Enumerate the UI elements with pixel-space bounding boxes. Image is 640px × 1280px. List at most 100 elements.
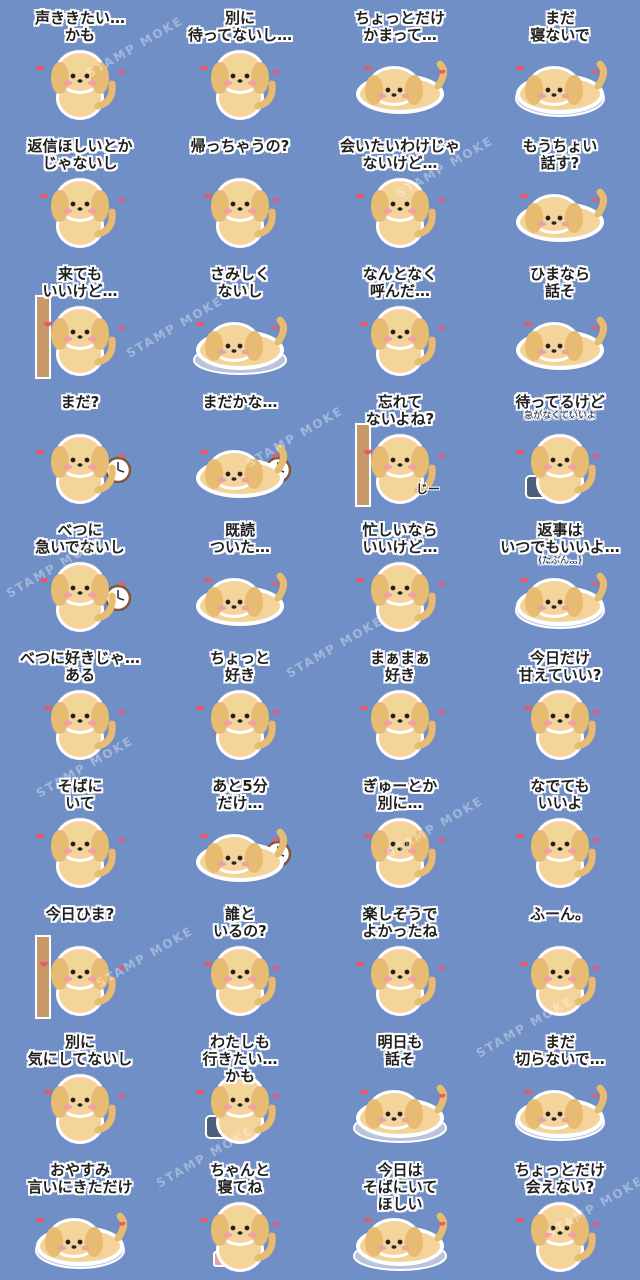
puppy-illustration [516,60,607,114]
sticker-caption-text: おやすみ 言いにきただけ [27,1161,133,1196]
puppy-illustration [211,690,276,760]
sticker-caption-text: ひまなら 話そ [529,265,590,300]
puppy-illustration [516,572,607,626]
sticker[interactable]: 明日も 話そ [320,1024,480,1152]
sticker-caption: 返信ほしいとか じゃないし [10,138,150,172]
sticker[interactable]: 忘れて ないよね? じー [320,384,480,512]
heart-icon [272,709,280,715]
puppy-illustration [211,178,276,248]
sticker[interactable]: ちょっと 好き [160,640,320,768]
puppy-illustration [51,818,116,888]
puppy-illustration [531,690,596,760]
sticker[interactable]: そばに いて [0,768,160,896]
sticker-caption: 忙しいなら いいけど… [330,522,470,556]
sticker-caption-text: ちゃんと 寝てね [209,1161,270,1196]
heart-icon [118,325,126,331]
heart-icon [356,961,364,968]
sticker[interactable]: まだかな… [160,384,320,512]
sticker[interactable]: なでても いいよ [480,768,640,896]
sticker[interactable]: 今日だけ 甘えていい? [480,640,640,768]
sticker-caption: 待ってるけど 急がなくていいよ [490,394,630,422]
door-icon [35,935,51,1019]
heart-icon [592,197,600,203]
sticker-caption-text: 今日だけ 甘えていい? [518,649,602,684]
heart-icon [364,65,372,72]
sticker[interactable]: 別に 待ってないし… [160,0,320,128]
sticker[interactable]: 忙しいなら いいけど… [320,512,480,640]
sticker-caption: 声ききたい… かも [10,10,150,44]
sticker-caption: おやすみ 言いにきただけ [10,1162,150,1196]
sticker-caption-text: 誰と いるの? [213,905,267,940]
sticker-caption-text: なでても いいよ [530,777,590,812]
sticker-caption: 返事は いつでもいいよ… (たぶん…) [490,522,630,567]
puppy-illustration [211,1202,276,1272]
sticker[interactable]: ちょっとだけ かまって… [320,0,480,128]
sticker[interactable]: 来ても いいけど… [0,256,160,384]
sticker[interactable]: 声ききたい… かも [0,0,160,128]
sticker[interactable]: なんとなく 呼んだ… [320,256,480,384]
heart-icon [200,833,208,840]
sticker[interactable]: 待ってるけど 急がなくていいよ [480,384,640,512]
sticker-caption-text: まだ? [60,393,100,411]
sticker-caption: 今日ひま? [10,906,150,923]
heart-icon [272,197,280,203]
sticker-caption-text: 別に 気にしてないし [27,1033,133,1068]
puppy-illustration [196,572,287,626]
sticker-caption: 楽しそうで よかったね [330,906,470,940]
sticker[interactable]: 返信ほしいとか じゃないし [0,128,160,256]
sticker[interactable]: べつに好きじゃ… ある [0,640,160,768]
sticker-caption-text: 別に 待ってないし… [187,9,293,44]
sticker[interactable]: まぁまぁ 好き [320,640,480,768]
sticker-caption: まぁまぁ 好き [330,650,470,684]
sticker[interactable]: ぎゅーとか 別に… [320,768,480,896]
heart-icon [360,1089,368,1096]
sticker[interactable]: もうちょい 話す? [480,128,640,256]
sticker-caption-text: 今日は そばにいて ほしい [362,1161,438,1213]
heart-icon [356,193,364,200]
heart-icon [196,1089,204,1096]
heart-icon [36,449,44,456]
sticker[interactable]: あと5分 だけ… [160,768,320,896]
puppy-illustration [531,818,596,888]
sticker-caption-text: ちょっと 好き [209,649,270,684]
heart-icon [272,1221,280,1227]
heart-icon [118,837,126,843]
heart-icon [118,69,126,75]
heart-icon [36,65,44,72]
sticker[interactable]: 別に 気にしてないし [0,1024,160,1152]
heart-icon [44,705,52,712]
sticker-caption: 帰っちゃうの? [170,138,310,155]
sticker-caption: ふーん。 [490,906,630,923]
heart-icon [524,1089,532,1096]
puppy-illustration [51,434,116,504]
heart-icon [592,965,600,971]
heart-icon [272,69,280,75]
sticker[interactable]: 楽しそうで よかったね [320,896,480,1024]
sticker[interactable]: まだ 寝ないで [480,0,640,128]
heart-icon [520,193,528,200]
heart-icon [516,833,524,840]
sticker-caption-text: 今日ひま? [45,905,115,923]
heart-icon [592,1093,600,1099]
sticker-caption: 別に 待ってないし… [170,10,310,44]
sticker-caption-text: もうちょい 話す? [522,137,598,172]
sticker[interactable]: ちょっとだけ 会えない? [480,1152,640,1280]
sticker-caption: 忘れて ないよね? [330,394,470,428]
sticker[interactable]: まだ? [0,384,160,512]
puppy-illustration [51,306,116,376]
sticker[interactable]: 既読 ついた… [160,512,320,640]
heart-icon [272,965,280,971]
sticker-caption-text: まだ 寝ないで [530,9,590,44]
sticker[interactable]: おやすみ 言いにきただけ [0,1152,160,1280]
sticker-caption: 明日も 話そ [330,1034,470,1068]
sticker[interactable]: ひまなら 話そ [480,256,640,384]
sticker[interactable]: 帰っちゃうの? [160,128,320,256]
sticker[interactable]: 誰と いるの? [160,896,320,1024]
sticker[interactable]: 返事は いつでもいいよ… (たぶん…) [480,512,640,640]
sticker[interactable]: 今日は そばにいて ほしい [320,1152,480,1280]
puppy-illustration [516,316,607,370]
puppy-illustration [51,178,116,248]
heart-icon [592,837,600,843]
sticker-caption-text: べつに好きじゃ… ある [19,649,140,684]
puppy-illustration [36,1212,127,1266]
